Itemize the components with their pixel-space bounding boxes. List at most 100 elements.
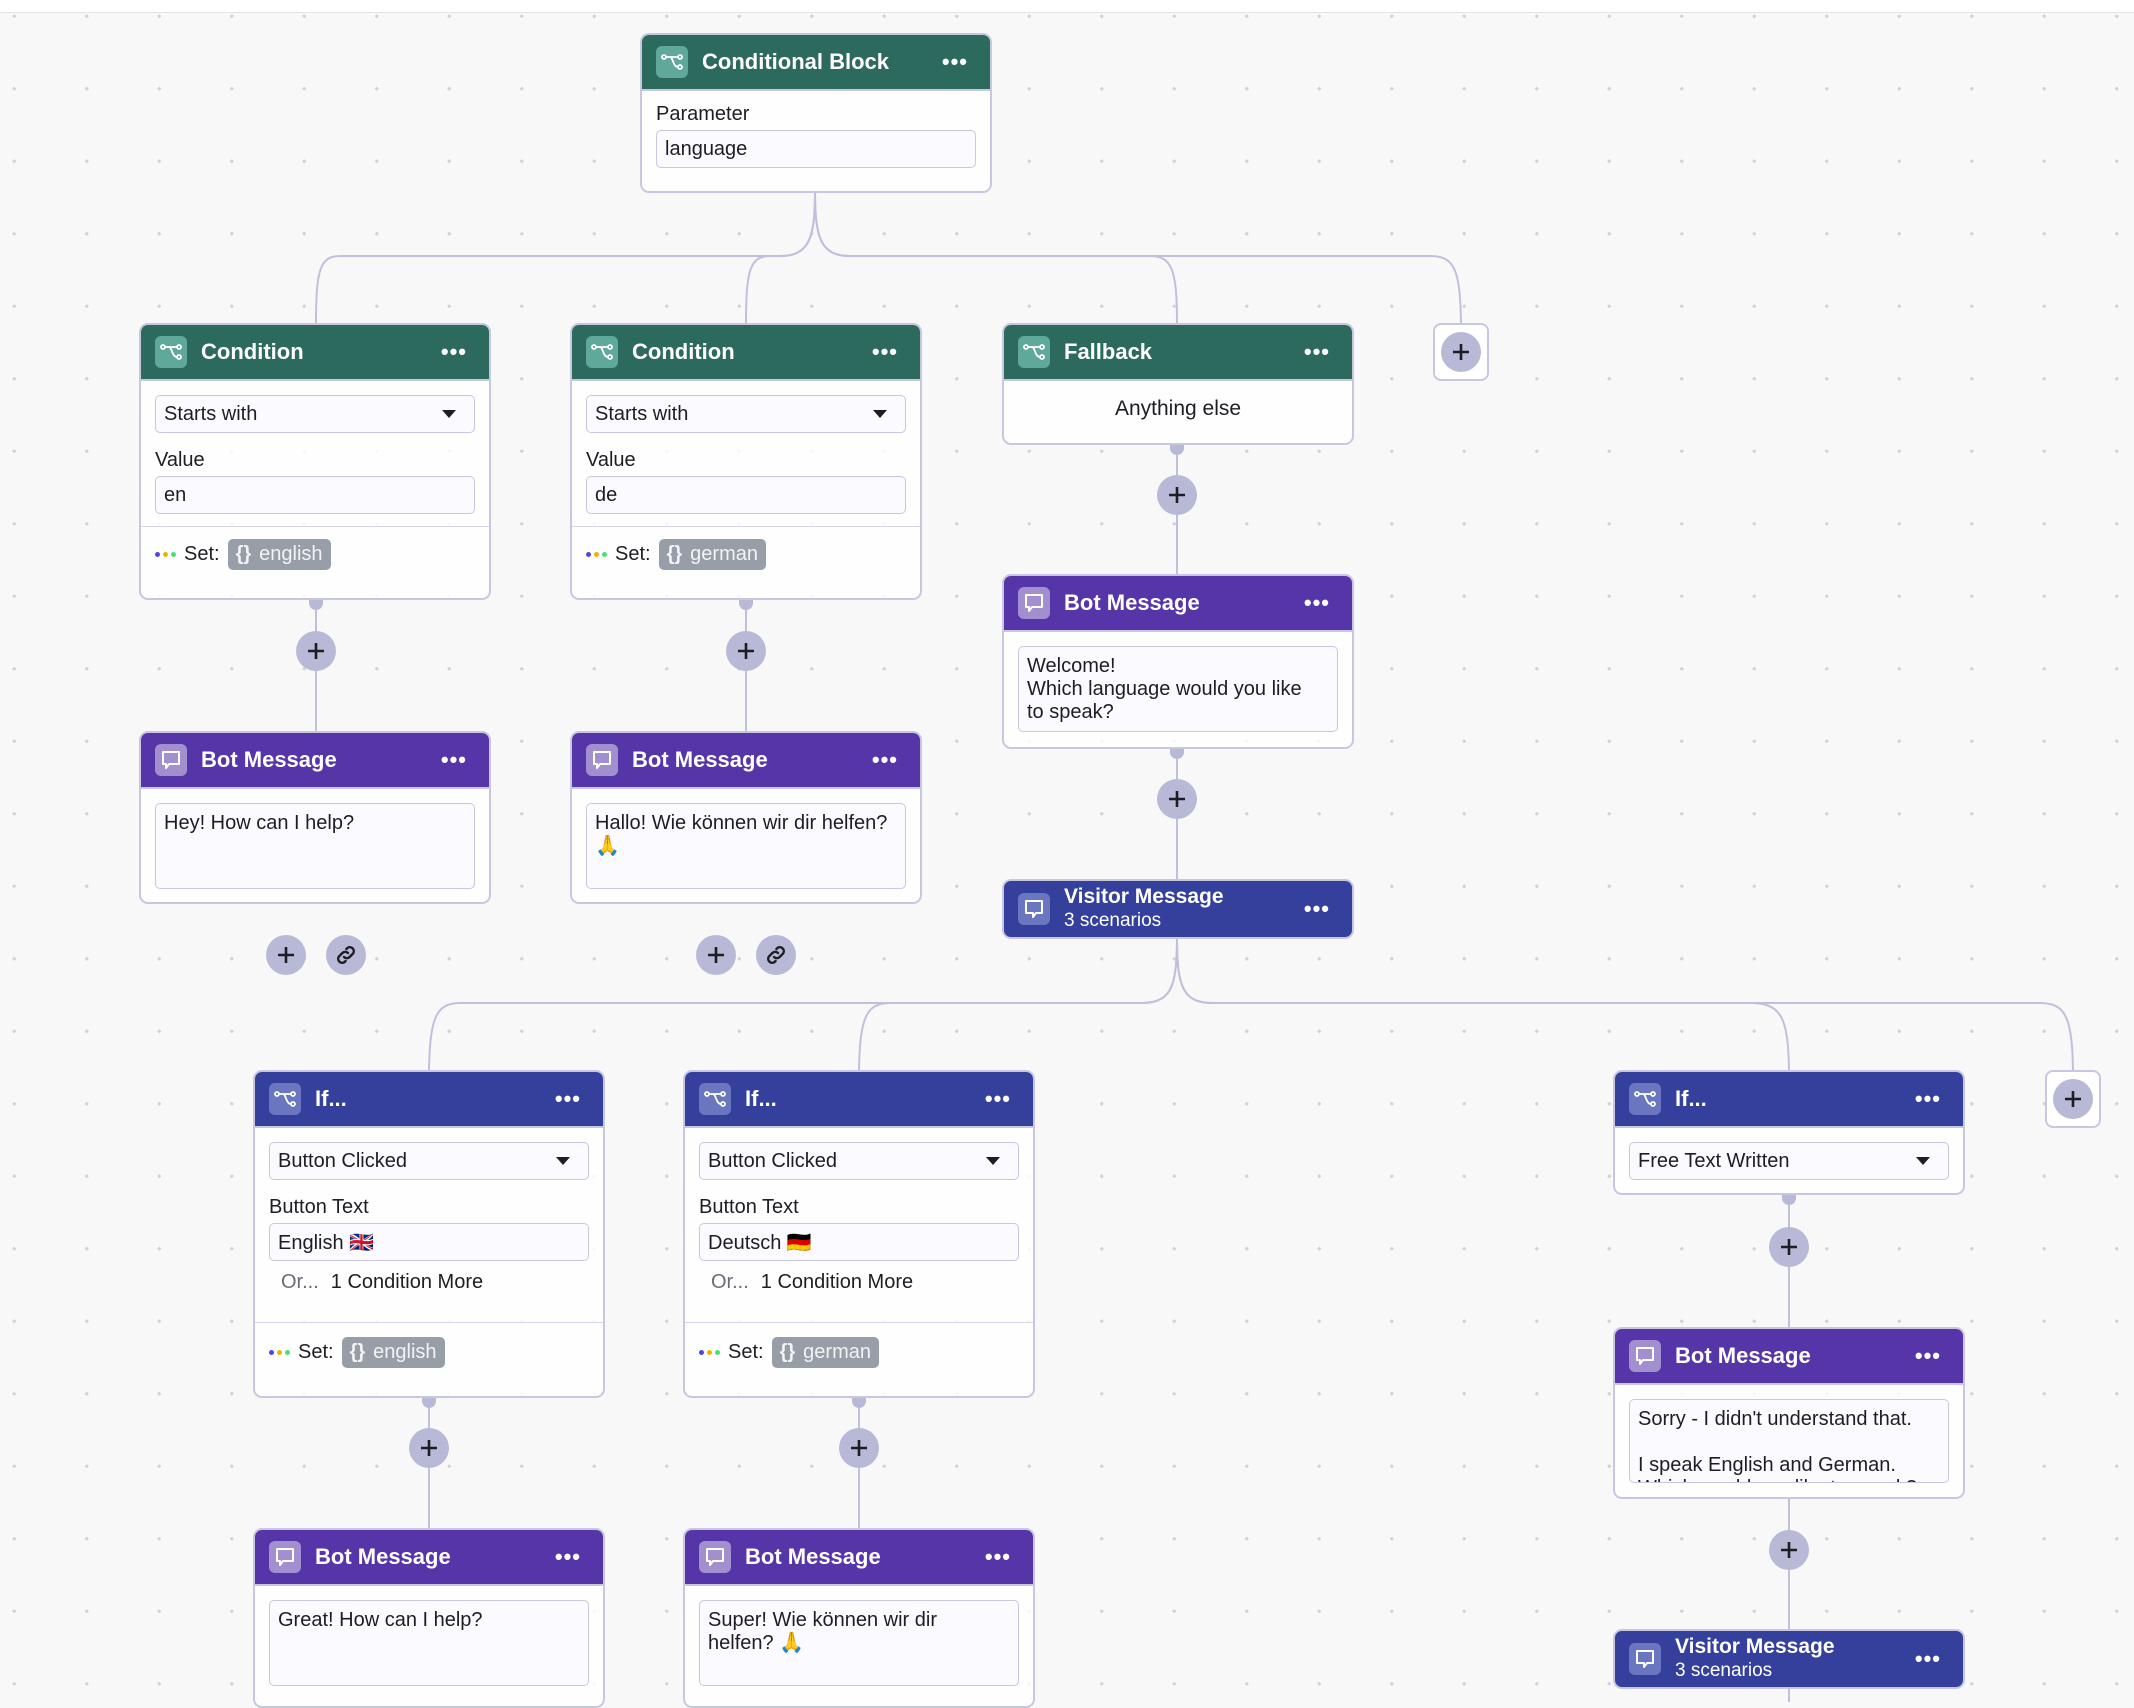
output-port[interactable]	[852, 1398, 866, 1408]
chat-bubble-icon	[1018, 893, 1050, 925]
add-step-button[interactable]	[726, 631, 766, 671]
message-text[interactable]: Sorry - I didn't understand that. I spea…	[1629, 1399, 1949, 1483]
value-label: Value	[155, 449, 205, 471]
more-horizontal-icon[interactable]: •••	[872, 341, 898, 363]
more-horizontal-icon[interactable]: •••	[985, 1546, 1011, 1568]
add-step-button[interactable]	[1769, 1530, 1809, 1570]
more-horizontal-icon[interactable]: •••	[1304, 341, 1330, 363]
more-horizontal-icon[interactable]: •••	[555, 1088, 581, 1110]
bot-message-card[interactable]: Bot Message ••• Hey! How can I help?	[139, 731, 491, 904]
variable-chip[interactable]: {} german	[771, 1337, 879, 1368]
set-variable-row[interactable]: Set: {} english	[269, 1323, 589, 1368]
scenario-header: If... •••	[685, 1072, 1033, 1128]
scenario-card[interactable]: If... ••• Button Clicked Button Text Eng…	[253, 1070, 605, 1398]
value-input[interactable]: de	[586, 476, 906, 514]
variable-chip[interactable]: {} english	[341, 1337, 445, 1368]
trigger-select[interactable]: Free Text Written	[1629, 1142, 1949, 1180]
card-title: Bot Message	[1064, 590, 1200, 615]
add-step-button[interactable]	[266, 935, 306, 975]
scenario-card[interactable]: If... ••• Free Text Written	[1613, 1070, 1965, 1195]
output-port[interactable]	[1170, 749, 1184, 759]
chat-bubble-icon	[586, 744, 618, 776]
bot-message-card[interactable]: Bot Message ••• Hallo! Wie können wir di…	[570, 731, 922, 904]
chat-bubble-icon	[155, 744, 187, 776]
message-text[interactable]: Hey! How can I help?	[155, 803, 475, 889]
more-horizontal-icon[interactable]: •••	[1915, 1345, 1941, 1367]
condition-header: Condition •••	[572, 325, 920, 381]
caret-down-icon	[556, 1157, 570, 1165]
more-horizontal-icon[interactable]: •••	[942, 51, 968, 73]
caret-down-icon	[1916, 1157, 1930, 1165]
or-label: Or...	[711, 1271, 749, 1293]
connector-to-scenario-1	[428, 937, 1178, 1071]
button-text-input[interactable]: Deutsch 🇩🇪	[699, 1223, 1019, 1261]
value-input[interactable]: en	[155, 476, 475, 514]
visitor-message-card[interactable]: Visitor Message 3 scenarios •••	[1002, 879, 1354, 939]
caret-down-icon	[442, 410, 456, 418]
message-text[interactable]: Welcome! Which language would you like t…	[1018, 646, 1338, 732]
more-horizontal-icon[interactable]: •••	[985, 1088, 1011, 1110]
more-horizontal-icon[interactable]: •••	[1304, 592, 1330, 614]
parameter-input[interactable]: language	[656, 130, 976, 168]
add-step-button[interactable]	[409, 1428, 449, 1468]
add-step-button[interactable]	[1769, 1227, 1809, 1267]
fallback-text: Anything else	[1114, 397, 1242, 420]
more-horizontal-icon[interactable]: •••	[441, 749, 467, 771]
operator-select[interactable]: Starts with	[155, 395, 475, 433]
condition-card[interactable]: Condition ••• Starts with Value en Set: …	[139, 323, 491, 600]
output-port[interactable]	[1782, 1195, 1796, 1205]
message-text[interactable]: Great! How can I help?	[269, 1600, 589, 1686]
visitor-message-card[interactable]: Visitor Message 3 scenarios •••	[1613, 1629, 1965, 1689]
conditional-block-card[interactable]: Conditional Block ••• Parameter language	[640, 33, 992, 193]
scenario-card[interactable]: If... ••• Button Clicked Button Text Deu…	[683, 1070, 1035, 1398]
add-scenario-plus[interactable]	[2053, 1079, 2093, 1119]
add-step-button[interactable]	[1157, 475, 1197, 515]
more-horizontal-icon[interactable]: •••	[1304, 898, 1330, 920]
card-title: If...	[315, 1086, 347, 1111]
condition-card[interactable]: Condition ••• Starts with Value de Set: …	[570, 323, 922, 600]
status-dot	[586, 552, 591, 557]
output-port[interactable]	[1170, 445, 1184, 455]
add-scenario-button[interactable]	[2045, 1070, 2101, 1128]
set-label: Set:	[184, 543, 220, 565]
set-variable-row[interactable]: Set: {} english	[155, 527, 475, 570]
output-port[interactable]	[739, 600, 753, 610]
add-step-button[interactable]	[296, 631, 336, 671]
add-step-button[interactable]	[1157, 779, 1197, 819]
more-horizontal-icon[interactable]: •••	[555, 1546, 581, 1568]
set-variable-row[interactable]: Set: {} german	[586, 527, 906, 570]
more-horizontal-icon[interactable]: •••	[1915, 1648, 1941, 1670]
bot-message-card[interactable]: Bot Message ••• Great! How can I help?	[253, 1528, 605, 1708]
add-step-button[interactable]	[839, 1428, 879, 1468]
trigger-select[interactable]: Button Clicked	[269, 1142, 589, 1180]
operator-select[interactable]: Starts with	[586, 395, 906, 433]
bot-message-card[interactable]: Bot Message ••• Sorry - I didn't underst…	[1613, 1327, 1965, 1499]
link-step-button[interactable]	[756, 935, 796, 975]
add-condition-plus[interactable]	[1441, 332, 1481, 372]
more-conditions-link[interactable]: Or... 1 Condition More	[269, 1261, 589, 1294]
more-horizontal-icon[interactable]: •••	[872, 749, 898, 771]
output-port[interactable]	[309, 600, 323, 610]
set-variable-row[interactable]: Set: {} german	[699, 1323, 1019, 1368]
variable-chip[interactable]: {} english	[227, 539, 331, 570]
connector-to-condition-2	[745, 192, 816, 324]
variable-chip[interactable]: {} german	[658, 539, 766, 570]
more-horizontal-icon[interactable]: •••	[1915, 1088, 1941, 1110]
card-title: Visitor Message	[1064, 885, 1224, 908]
button-text-input[interactable]: English 🇬🇧	[269, 1223, 589, 1261]
message-text[interactable]: Super! Wie können wir dir helfen? 🙏	[699, 1600, 1019, 1686]
card-title: If...	[745, 1086, 777, 1111]
add-condition-button[interactable]	[1433, 323, 1489, 381]
link-step-button[interactable]	[326, 935, 366, 975]
bot-message-card[interactable]: Bot Message ••• Welcome! Which language …	[1002, 574, 1354, 749]
message-text[interactable]: Hallo! Wie können wir dir helfen? 🙏	[586, 803, 906, 889]
bot-message-card[interactable]: Bot Message ••• Super! Wie können wir di…	[683, 1528, 1035, 1708]
more-conditions-link[interactable]: Or... 1 Condition More	[699, 1261, 1019, 1294]
more-horizontal-icon[interactable]: •••	[441, 341, 467, 363]
output-port[interactable]	[422, 1398, 436, 1408]
add-step-button[interactable]	[696, 935, 736, 975]
caret-down-icon	[986, 1157, 1000, 1165]
plus-icon	[308, 643, 324, 659]
trigger-select[interactable]: Button Clicked	[699, 1142, 1019, 1180]
fallback-card[interactable]: Fallback ••• Anything else	[1002, 323, 1354, 445]
